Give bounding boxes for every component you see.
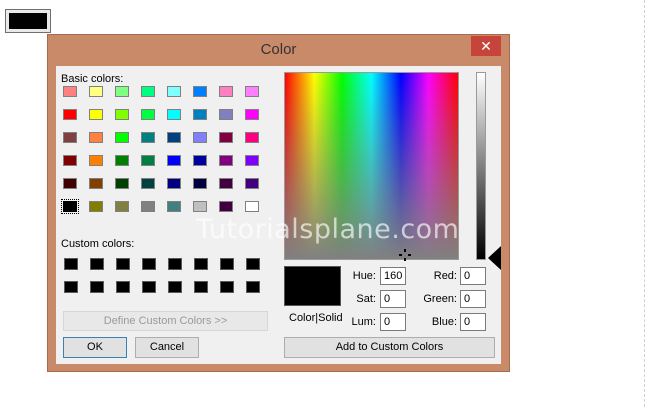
basic-color-swatch[interactable] (167, 109, 181, 120)
green-field[interactable] (460, 290, 486, 308)
basic-color-swatch[interactable] (63, 109, 77, 120)
dialog-client: Basic colors: Custom colors: Define Cust… (56, 66, 501, 364)
basic-color-swatch[interactable] (193, 109, 207, 120)
basic-color-swatch[interactable] (141, 86, 155, 97)
basic-color-swatch[interactable] (63, 178, 77, 189)
basic-color-swatch[interactable] (63, 86, 77, 97)
custom-color-swatch[interactable] (246, 281, 260, 293)
basic-color-swatch[interactable] (89, 86, 103, 97)
luminance-arrow-icon[interactable] (488, 246, 501, 270)
define-custom-colors-button[interactable]: Define Custom Colors >> (63, 311, 268, 331)
page-dashed-border (644, 0, 645, 407)
dialog-title: Color (260, 41, 297, 58)
basic-color-swatch[interactable] (115, 201, 129, 212)
basic-color-swatch[interactable] (219, 201, 233, 212)
basic-color-swatch[interactable] (167, 201, 181, 212)
basic-color-swatch[interactable] (167, 132, 181, 143)
basic-color-swatch[interactable] (245, 178, 259, 189)
basic-color-swatch[interactable] (167, 155, 181, 166)
blue-field[interactable] (460, 313, 486, 331)
basic-color-swatch[interactable] (245, 201, 259, 212)
custom-color-swatch[interactable] (142, 281, 156, 293)
ok-button[interactable]: OK (63, 337, 127, 358)
custom-color-swatch[interactable] (220, 281, 234, 293)
basic-color-swatch[interactable] (193, 178, 207, 189)
basic-color-swatch[interactable] (61, 199, 79, 214)
hue-field[interactable] (380, 267, 406, 285)
custom-color-swatch[interactable] (90, 281, 104, 293)
basic-color-swatch[interactable] (89, 155, 103, 166)
basic-color-swatch[interactable] (219, 109, 233, 120)
dialog-titlebar[interactable]: Color ✕ (48, 35, 509, 65)
sat-field[interactable] (380, 290, 406, 308)
sat-label: Sat: (356, 293, 376, 305)
lum-field[interactable] (380, 313, 406, 331)
basic-color-swatch[interactable] (193, 201, 207, 212)
basic-color-swatch[interactable] (115, 155, 129, 166)
basic-colors-label: Basic colors: (61, 73, 124, 85)
close-icon: ✕ (480, 38, 492, 54)
basic-color-swatch[interactable] (63, 132, 77, 143)
basic-color-swatch[interactable] (89, 109, 103, 120)
basic-color-swatch[interactable] (245, 155, 259, 166)
green-label: Green: (423, 293, 457, 305)
lum-label: Lum: (351, 316, 376, 328)
color-preview (284, 266, 341, 306)
basic-color-swatch[interactable] (141, 201, 155, 212)
custom-color-swatch[interactable] (116, 258, 130, 270)
add-to-custom-colors-button[interactable]: Add to Custom Colors (284, 337, 495, 358)
basic-color-swatch[interactable] (219, 132, 233, 143)
hue-label: Hue: (352, 270, 376, 282)
custom-color-swatch[interactable] (194, 281, 208, 293)
color-dialog: Color ✕ Basic colors: Custom colors: Def… (47, 34, 510, 372)
luminance-bar[interactable] (476, 72, 486, 260)
custom-colors-label: Custom colors: (61, 238, 135, 250)
basic-color-swatch[interactable] (167, 86, 181, 97)
basic-color-swatch[interactable] (219, 155, 233, 166)
color-swatch-preview (9, 13, 47, 29)
basic-color-swatch[interactable] (141, 178, 155, 189)
crosshair-icon (399, 249, 411, 261)
basic-color-swatch[interactable] (89, 132, 103, 143)
custom-color-swatch[interactable] (116, 281, 130, 293)
custom-color-swatch[interactable] (246, 258, 260, 270)
basic-color-swatch[interactable] (193, 155, 207, 166)
close-button[interactable]: ✕ (471, 36, 501, 56)
red-label: Red: (433, 270, 457, 282)
basic-color-swatch[interactable] (219, 178, 233, 189)
custom-color-swatch[interactable] (220, 258, 234, 270)
basic-color-swatch[interactable] (245, 132, 259, 143)
custom-color-swatch[interactable] (142, 258, 156, 270)
custom-color-swatch[interactable] (168, 258, 182, 270)
color-spectrum[interactable] (284, 72, 459, 261)
basic-color-swatch[interactable] (115, 86, 129, 97)
basic-color-swatch[interactable] (89, 201, 103, 212)
basic-color-swatch[interactable] (115, 178, 129, 189)
basic-color-swatch[interactable] (245, 109, 259, 120)
basic-color-swatch[interactable] (115, 109, 129, 120)
basic-color-swatch[interactable] (193, 86, 207, 97)
custom-color-swatch[interactable] (90, 258, 104, 270)
basic-color-swatch[interactable] (89, 178, 103, 189)
basic-color-swatch[interactable] (141, 155, 155, 166)
custom-color-swatch[interactable] (64, 281, 78, 293)
screen: Color ✕ Basic colors: Custom colors: Def… (0, 0, 651, 407)
custom-color-swatch[interactable] (194, 258, 208, 270)
basic-color-swatch[interactable] (167, 178, 181, 189)
basic-color-swatch[interactable] (193, 132, 207, 143)
custom-color-swatch[interactable] (64, 258, 78, 270)
cancel-button[interactable]: Cancel (135, 337, 199, 358)
basic-color-swatch[interactable] (141, 109, 155, 120)
basic-color-swatch[interactable] (63, 155, 77, 166)
custom-color-swatch[interactable] (168, 281, 182, 293)
basic-color-swatch[interactable] (141, 132, 155, 143)
color-solid-label: Color|Solid (289, 312, 343, 324)
blue-label: Blue: (431, 316, 457, 328)
basic-color-swatch[interactable] (219, 86, 233, 97)
color-swatch-button[interactable] (5, 9, 51, 33)
basic-color-swatch[interactable] (245, 86, 259, 97)
red-field[interactable] (460, 267, 486, 285)
basic-color-swatch[interactable] (115, 132, 129, 143)
